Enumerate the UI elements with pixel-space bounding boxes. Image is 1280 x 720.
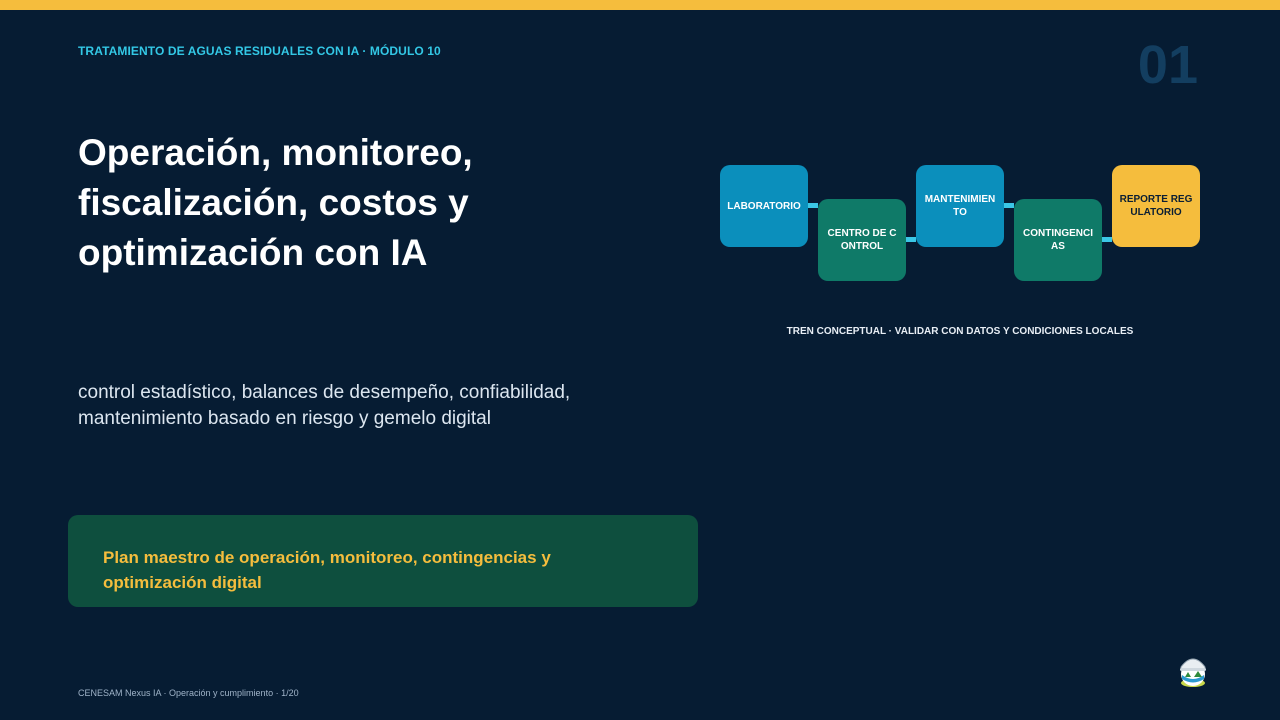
flow-step-contingencias: CONTINGENCIAS [1014, 199, 1102, 281]
flow-connector [1102, 237, 1112, 242]
flow-caption: TREN CONCEPTUAL · VALIDAR CON DATOS Y CO… [786, 326, 1134, 337]
flow-connector [906, 237, 916, 242]
flow-step-reporte-regulatorio: REPORTE REGULATORIO [1112, 165, 1200, 247]
globe-helmet-logo-icon [1176, 653, 1210, 689]
slide-title: Operación, monitoreo, fiscalización, cos… [78, 132, 473, 273]
footer-text: CENESAM Nexus IA · Operación y cumplimie… [78, 688, 299, 698]
callout-box: Plan maestro de operación, monitoreo, co… [68, 515, 698, 607]
flow-step-mantenimiento: MANTENIMIENTO [916, 165, 1004, 247]
flow-connector [1004, 203, 1014, 208]
flow-step-centro-de-control: CENTRO DE CONTROL [818, 199, 906, 281]
flow-step-laboratorio: LABORATORIO [720, 165, 808, 247]
top-accent-bar [0, 0, 1280, 10]
slide-subtitle: control estadístico, balances de desempe… [78, 382, 571, 429]
flow-connector [808, 203, 818, 208]
module-kicker: TRATAMIENTO DE AGUAS RESIDUALES CON IA ·… [78, 44, 441, 58]
slide-number: 01 [1137, 35, 1198, 95]
callout-text: Plan maestro de operación, monitoreo, co… [103, 548, 551, 592]
